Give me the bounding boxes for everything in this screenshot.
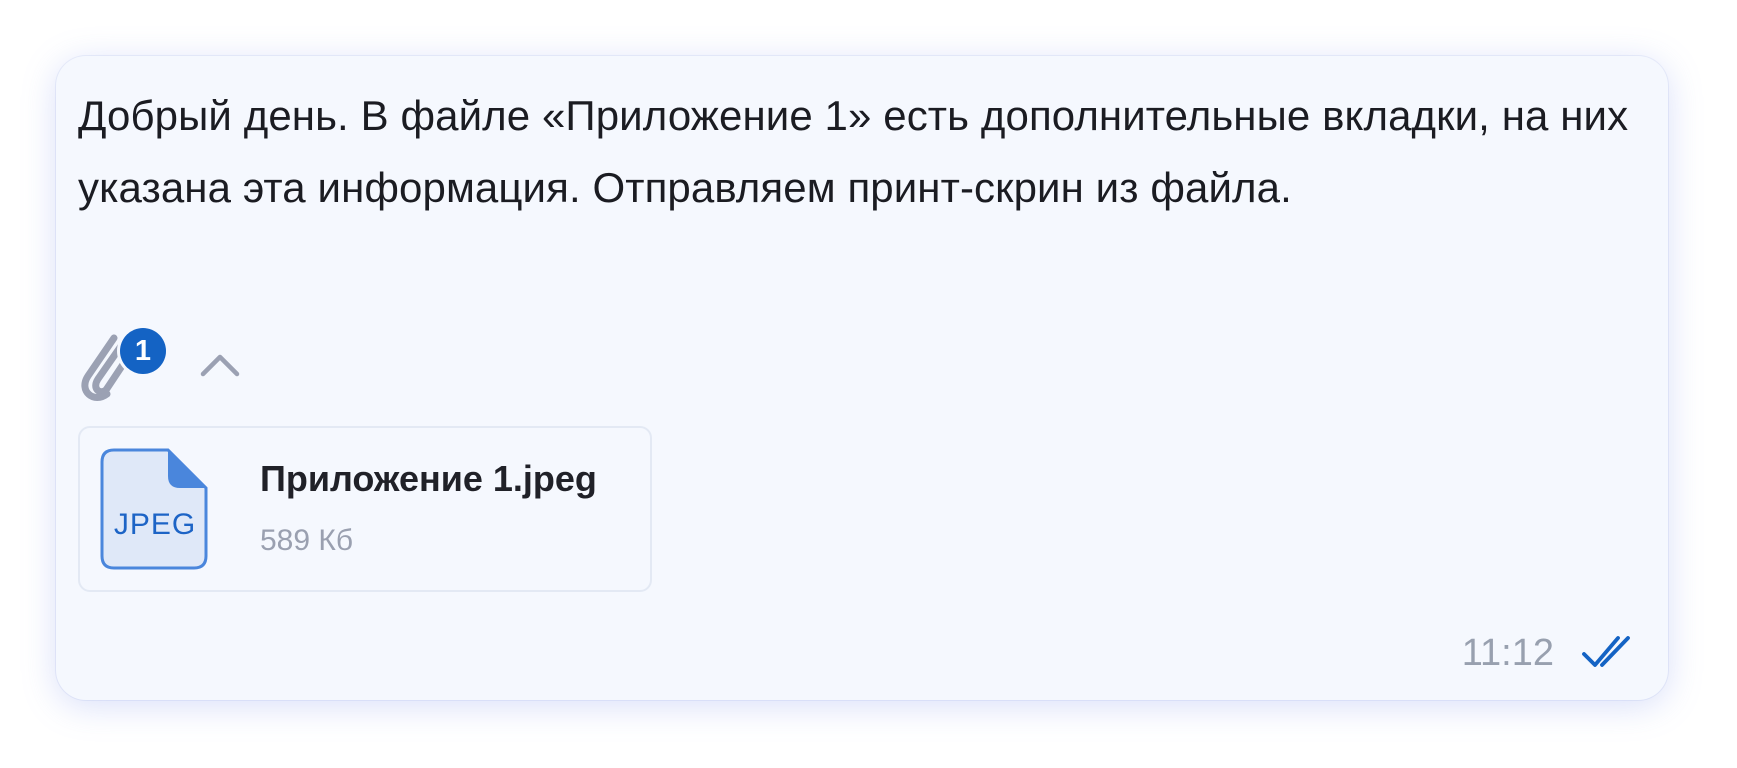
chat-area: Добрый день. В файле «Приложение 1» есть…	[0, 0, 1737, 768]
chevron-up-icon	[200, 354, 240, 377]
file-type-label: JPEG	[113, 508, 197, 541]
file-name: Приложение 1.jpeg	[260, 458, 597, 499]
file-size: 589 Кб	[260, 524, 354, 557]
file-attachment[interactable]: JPEG Приложение 1.jpeg 589 Кб	[78, 426, 652, 592]
message-time: 11:12	[1461, 632, 1554, 674]
jpeg-file-icon: JPEG	[100, 448, 210, 570]
collapse-attachments-button[interactable]	[196, 344, 244, 384]
message-meta: 11:12	[1448, 628, 1648, 678]
attachments-count-badge: 1	[120, 328, 166, 374]
message-bubble: Добрый день. В файле «Приложение 1» есть…	[56, 56, 1668, 700]
double-check-icon	[1582, 636, 1630, 667]
attachments-header: 1	[78, 324, 278, 404]
message-text: Добрый день. В файле «Приложение 1» есть…	[78, 92, 1629, 211]
attachments-toggle[interactable]: 1	[78, 324, 170, 404]
